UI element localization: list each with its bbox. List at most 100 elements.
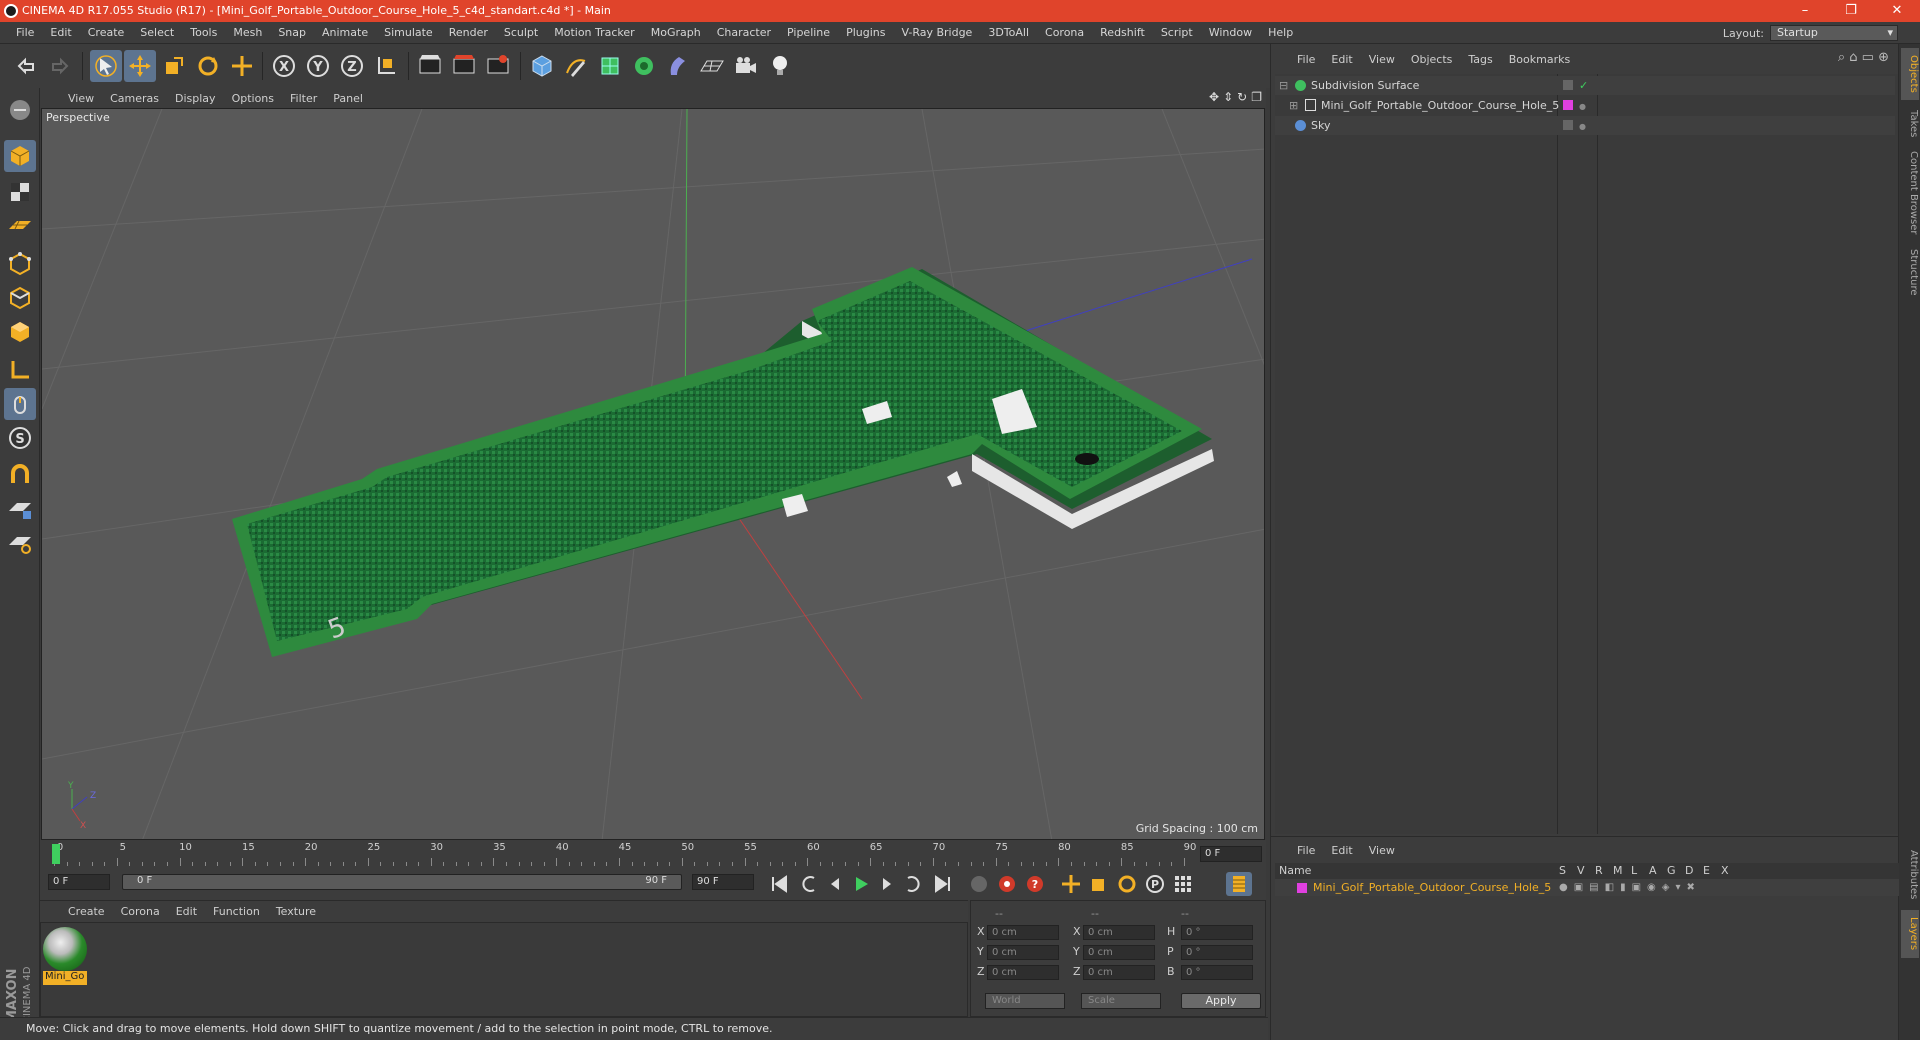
material-menu-edit[interactable]: Edit — [168, 905, 205, 918]
pos-z-field[interactable]: 0 cm — [987, 965, 1059, 980]
deformer-bend-icon[interactable] — [662, 50, 694, 82]
material-name-label[interactable]: Mini_Go — [43, 971, 87, 985]
column-render[interactable]: R — [1595, 863, 1603, 879]
column-view[interactable]: V — [1577, 863, 1585, 879]
locked-workplane-icon[interactable] — [4, 494, 36, 526]
render-picture-viewer-icon[interactable] — [448, 50, 480, 82]
axis-mode-icon[interactable] — [4, 354, 36, 386]
magnet-icon[interactable] — [4, 460, 36, 492]
layer-name[interactable]: Mini_Golf_Portable_Outdoor_Course_Hole_5 — [1313, 879, 1551, 896]
rot-h-field[interactable]: 0 ° — [1181, 925, 1253, 940]
rot-p-field[interactable]: 0 ° — [1181, 945, 1253, 960]
restore-button[interactable]: ❐ — [1828, 0, 1874, 22]
key-parameter-icon[interactable]: P — [1142, 872, 1168, 896]
size-x-field[interactable]: 0 cm — [1083, 925, 1155, 940]
size-y-field[interactable]: 0 cm — [1083, 945, 1155, 960]
next-frame-icon[interactable] — [874, 872, 900, 896]
cube-primitive-icon[interactable] — [526, 50, 558, 82]
polygons-mode-icon[interactable] — [4, 316, 36, 348]
menu-edit[interactable]: Edit — [42, 22, 79, 44]
viewport-menu-display[interactable]: Display — [167, 92, 224, 105]
close-button[interactable]: ✕ — [1874, 0, 1920, 22]
autokeying-icon[interactable]: ? — [1022, 872, 1048, 896]
planar-workplane-icon[interactable] — [4, 528, 36, 560]
pos-y-field[interactable]: 0 cm — [987, 945, 1059, 960]
live-selection-icon[interactable] — [90, 50, 122, 82]
recent-tool-icon[interactable] — [226, 50, 258, 82]
layer-row[interactable]: Mini_Golf_Portable_Outdoor_Course_Hole_5… — [1275, 879, 1899, 896]
preview-range-slider[interactable]: 0 F 90 F — [122, 874, 682, 890]
y-axis-lock-icon[interactable]: Y — [302, 50, 334, 82]
menu-character[interactable]: Character — [709, 22, 779, 44]
menu-redshift[interactable]: Redshift — [1092, 22, 1153, 44]
key-scale-icon[interactable] — [1086, 872, 1112, 896]
viewport-menu-filter[interactable]: Filter — [282, 92, 325, 105]
visibility-dots-icon[interactable]: ● — [1579, 117, 1586, 136]
x-axis-lock-icon[interactable]: X — [268, 50, 300, 82]
timeline-ruler[interactable]: 0 5 10 15 20 25 30 35 40 45 50 55 60 65 70 75 80 85 90 0 F — [40, 840, 1266, 868]
menu-vray-bridge[interactable]: V-Ray Bridge — [893, 22, 980, 44]
menu-simulate[interactable]: Simulate — [376, 22, 441, 44]
menu-pipeline[interactable]: Pipeline — [779, 22, 838, 44]
enabled-check-icon[interactable]: ✓ — [1579, 76, 1588, 95]
viewport-rotate-icon[interactable]: ↻ — [1237, 90, 1247, 104]
menu-create[interactable]: Create — [80, 22, 133, 44]
viewport-menu-cameras[interactable]: Cameras — [102, 92, 167, 105]
menu-animate[interactable]: Animate — [314, 22, 376, 44]
layer-color-swatch[interactable] — [1297, 883, 1307, 893]
frame-ruler[interactable]: 0 5 10 15 20 25 30 35 40 45 50 55 60 65 70 75 80 85 90 — [50, 842, 1200, 866]
viewport-menu-view[interactable]: View — [60, 92, 102, 105]
material-menu-create[interactable]: Create — [60, 905, 113, 918]
go-to-end-icon[interactable] — [930, 872, 956, 896]
redo-button[interactable] — [44, 50, 76, 82]
size-mode-select[interactable]: Scale — [1081, 993, 1161, 1009]
layer-menu-file[interactable]: File — [1289, 844, 1323, 857]
points-mode-icon[interactable] — [4, 248, 36, 280]
menu-help[interactable]: Help — [1260, 22, 1301, 44]
floor-object-icon[interactable] — [696, 50, 728, 82]
column-manager[interactable]: M — [1613, 863, 1623, 879]
menu-file[interactable]: File — [8, 22, 42, 44]
viewport-pan-icon[interactable]: ✥ — [1209, 90, 1219, 104]
object-search-icon[interactable]: ⌕ ⌂ ▭ ⊕ — [1838, 50, 1889, 65]
menu-3dtoall[interactable]: 3DToAll — [980, 22, 1037, 44]
texture-mode-icon[interactable] — [4, 176, 36, 208]
tweak-mode-icon[interactable] — [4, 388, 36, 420]
layout-select[interactable]: Startup — [1770, 25, 1898, 41]
key-rotation-icon[interactable] — [1114, 872, 1140, 896]
playhead-marker[interactable] — [52, 844, 60, 864]
start-frame-field[interactable]: 0 F — [48, 874, 110, 890]
object-menu-view[interactable]: View — [1361, 53, 1403, 66]
menu-sculpt[interactable]: Sculpt — [496, 22, 546, 44]
previous-key-icon[interactable] — [796, 872, 822, 896]
column-expressions[interactable]: E — [1703, 863, 1710, 879]
collapse-toggle-icon[interactable]: ⊟ — [1279, 76, 1288, 95]
apply-button[interactable]: Apply — [1181, 993, 1261, 1009]
snap-icon[interactable]: S — [4, 422, 36, 454]
menu-corona[interactable]: Corona — [1037, 22, 1092, 44]
workplane-mode-icon[interactable] — [4, 210, 36, 242]
size-z-field[interactable]: 0 cm — [1083, 965, 1155, 980]
move-tool-icon[interactable] — [124, 50, 156, 82]
undo-button[interactable] — [10, 50, 42, 82]
rot-b-field[interactable]: 0 ° — [1181, 965, 1253, 980]
pos-x-field[interactable]: 0 cm — [987, 925, 1059, 940]
key-position-icon[interactable] — [1058, 872, 1084, 896]
object-menu-file[interactable]: File — [1289, 53, 1323, 66]
menu-motion-tracker[interactable]: Motion Tracker — [546, 22, 642, 44]
column-xref[interactable]: X — [1721, 863, 1729, 879]
light-object-icon[interactable] — [764, 50, 796, 82]
make-editable-icon[interactable] — [4, 94, 36, 126]
go-to-start-icon[interactable] — [766, 872, 792, 896]
coordinate-system-icon[interactable] — [370, 50, 402, 82]
tab-takes[interactable]: Takes — [1901, 104, 1919, 144]
subdivision-surface-icon[interactable] — [594, 50, 626, 82]
3d-viewport[interactable]: 5 Perspective Y Z X Grid Spacing : 100 c… — [41, 108, 1265, 840]
object-menu-tags[interactable]: Tags — [1460, 53, 1500, 66]
minimize-button[interactable]: – — [1782, 0, 1828, 22]
layer-flag-icons[interactable]: ●▣▤◧▮▣◉◈▾✖ — [1559, 879, 1701, 896]
viewport-menu-panel[interactable]: Panel — [325, 92, 371, 105]
tab-objects[interactable]: Objects — [1901, 48, 1919, 100]
expand-toggle-icon[interactable]: ⊞ — [1289, 96, 1298, 115]
tab-content-browser[interactable]: Content Browser — [1901, 148, 1919, 238]
